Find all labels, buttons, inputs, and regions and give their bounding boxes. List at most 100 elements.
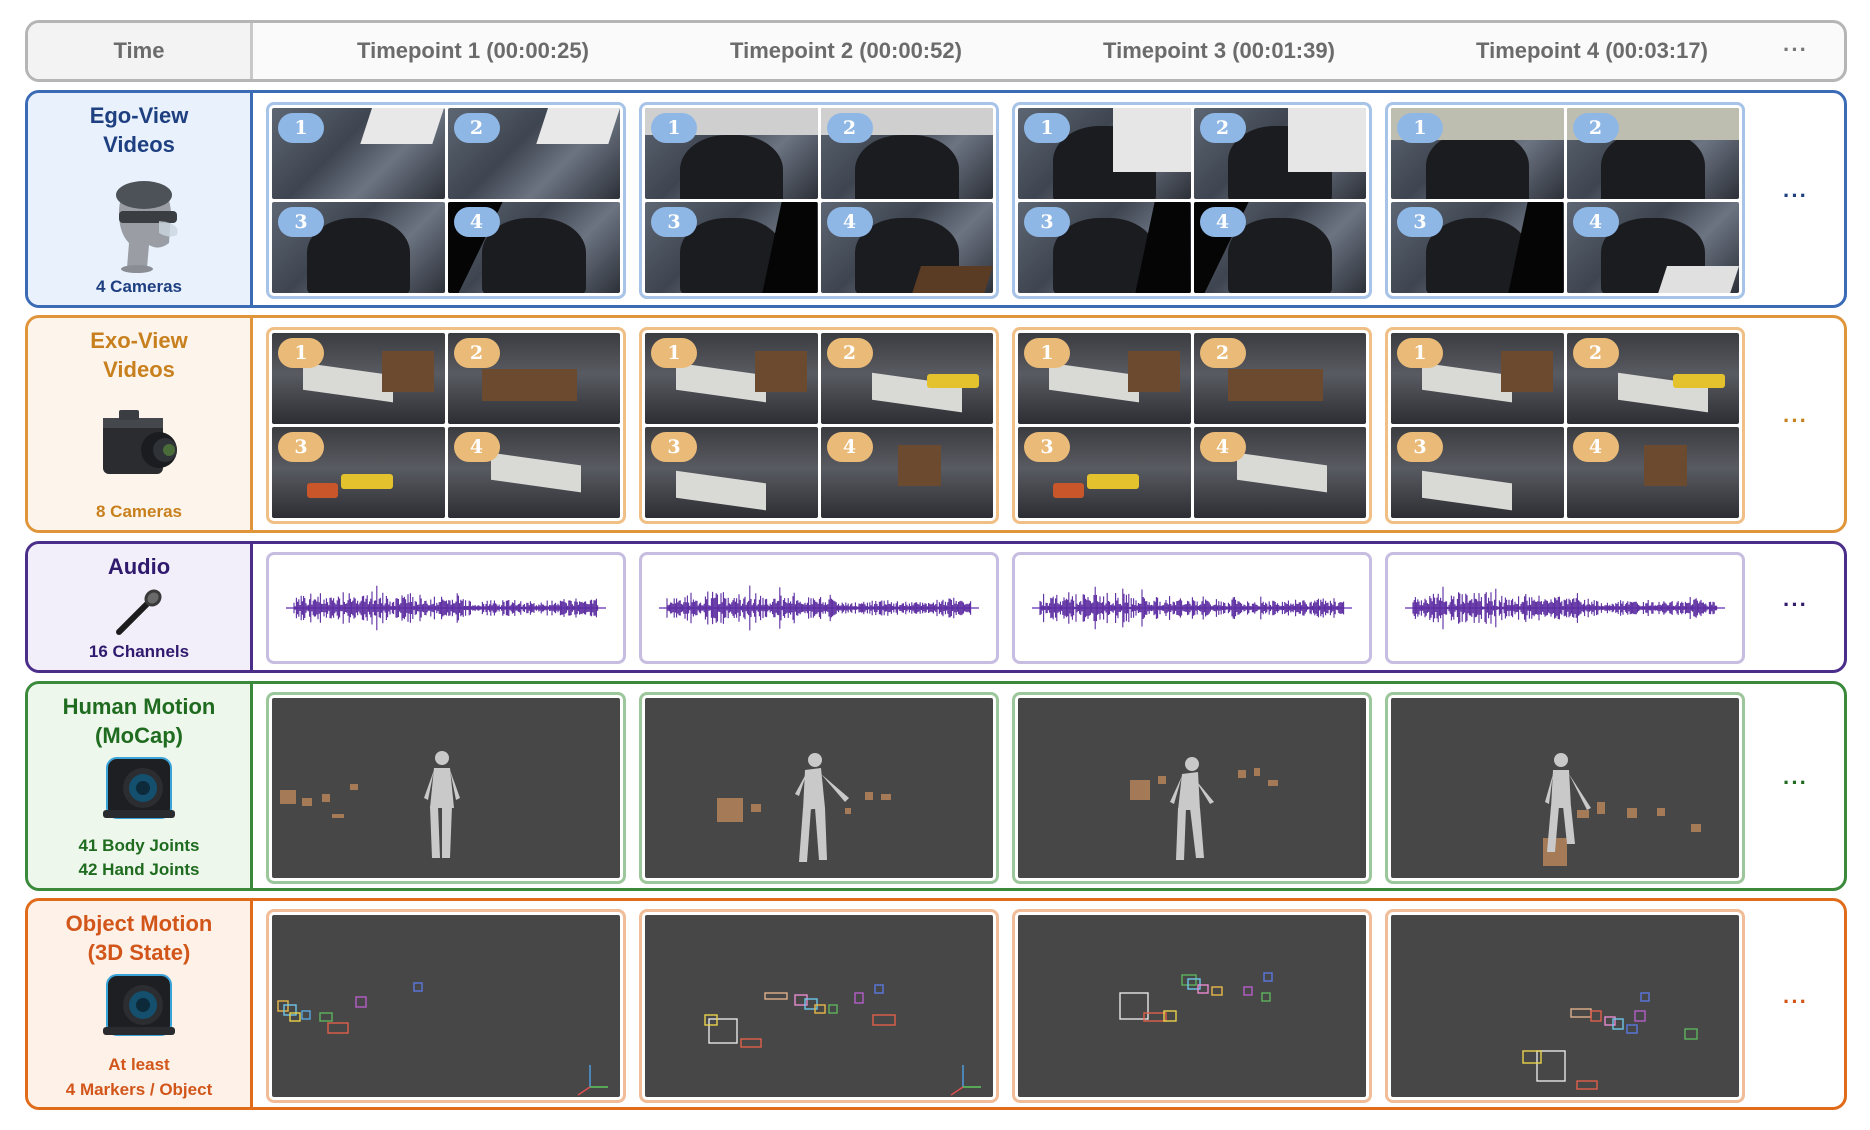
exo-frame: 3 [272, 427, 445, 518]
ego-panel-4: 1 2 3 4 [1385, 102, 1745, 299]
object-motion-scene [277, 982, 608, 1096]
mocap-camera-icon [28, 971, 250, 1041]
exo-label-cell: Exo-View Videos 8 Cameras [28, 318, 253, 530]
ego-frame: 1 [1018, 108, 1191, 199]
audio-label-cell: Audio 16 Channels [28, 544, 253, 670]
exo-ellipsis: ··· [1783, 408, 1808, 433]
ego-frame: 4 [820, 202, 993, 293]
omotion-panel-3 [1012, 909, 1372, 1103]
camera-badge: 1 [278, 113, 324, 143]
ego-frame: 2 [1193, 108, 1366, 199]
header-row: Time Timepoint 1 (00:00:25) Timepoint 2 … [25, 20, 1847, 82]
exo-title-line2: Videos [103, 357, 175, 382]
object-motion-scene [1119, 972, 1273, 1022]
camera-badge: 2 [826, 113, 873, 143]
omotion-title-line2: (3D State) [87, 940, 191, 965]
camera-badge: 1 [651, 113, 697, 143]
timepoint-1-label: Timepoint 1 (00:00:25) [357, 38, 589, 63]
ego-ellipsis: ··· [1783, 183, 1808, 208]
exo-frame: 2 [820, 333, 993, 424]
ego-panel-1: 1 2 3 4 [266, 102, 626, 299]
camera-badge: 3 [1024, 432, 1070, 462]
camera-badge: 4 [453, 207, 500, 237]
exo-frame: 1 [1391, 333, 1564, 424]
exo-frame: 1 [645, 333, 818, 424]
camera-badge: 1 [1397, 338, 1443, 368]
object-motion-row: Object Motion (3D State) At least 4 Mark… [25, 898, 1847, 1110]
hmotion-ellipsis: ··· [1783, 770, 1808, 795]
ego-label-cell: Ego-View Videos 4 Cameras [28, 93, 253, 305]
hmotion-panel-1 [266, 692, 626, 884]
time-header-cell: Time [28, 23, 253, 79]
camera-badge: 4 [453, 432, 500, 462]
hmotion-sub-line1: 41 Body Joints [78, 836, 200, 855]
ego-view-row: Ego-View Videos 4 Cameras 1 2 3 4 1 2 3 … [25, 90, 1847, 308]
hmotion-panel-3 [1012, 692, 1372, 884]
camera-badge: 1 [278, 338, 324, 368]
exo-sub: 8 Cameras [95, 502, 182, 521]
human-motion-scene [280, 751, 460, 858]
waveform [659, 585, 979, 631]
camera-badge: 2 [826, 338, 873, 368]
object-motion-scene [704, 984, 981, 1096]
ego-frame: 4 [1193, 202, 1366, 293]
hmotion-title-line1: Human Motion [62, 694, 216, 719]
exo-panel-4: 1 2 3 4 [1385, 327, 1745, 524]
exo-frame: 2 [1566, 333, 1739, 424]
time-label: Time [113, 38, 165, 63]
camera-badge: 3 [651, 432, 697, 462]
ego-frame: 1 [272, 108, 445, 199]
ego-frame: 3 [1018, 202, 1191, 293]
ego-frame: 3 [1391, 202, 1564, 293]
audio-sub: 16 Channels [88, 642, 190, 661]
ego-sub: 4 Cameras [95, 277, 182, 296]
human-motion-scene [717, 753, 891, 862]
exo-frame: 3 [1391, 427, 1564, 518]
hmotion-label-cell: Human Motion (MoCap) 41 Body Joints 42 H… [28, 684, 253, 888]
ego-frame: 3 [272, 202, 445, 293]
exo-frame: 4 [820, 427, 993, 518]
hmotion-sub-line2: 42 Hand Joints [78, 860, 200, 879]
waveform [286, 585, 606, 631]
camera-badge: 4 [1572, 207, 1619, 237]
human-motion-row: Human Motion (MoCap) 41 Body Joints 42 H… [25, 681, 1847, 891]
camera-icon [28, 404, 250, 484]
hmotion-panel-2 [639, 692, 999, 884]
exo-title-line1: Exo-View [90, 328, 188, 353]
exo-view-row: Exo-View Videos 8 Cameras 1 2 3 4 1 2 3 [25, 315, 1847, 533]
exo-frame: 2 [447, 333, 620, 424]
hmotion-panel-4 [1385, 692, 1745, 884]
omotion-title-line1: Object Motion [65, 911, 213, 936]
omotion-sub-line1: At least [108, 1055, 170, 1074]
ego-frame: 4 [1566, 202, 1739, 293]
microphone-icon [28, 588, 250, 638]
audio-ellipsis: ··· [1783, 592, 1808, 617]
waveform [1032, 586, 1352, 630]
audio-row: Audio 16 Channels ··· [25, 541, 1847, 673]
timepoint-4-label: Timepoint 4 (00:03:17) [1476, 38, 1708, 63]
camera-badge: 1 [651, 338, 697, 368]
audio-panel-1 [266, 552, 626, 664]
hmotion-title-line2: (MoCap) [95, 723, 183, 748]
header-ellipsis: ··· [1783, 37, 1808, 62]
audio-panel-3 [1012, 552, 1372, 664]
human-motion-scene [1543, 753, 1701, 866]
ego-title-line2: Videos [103, 132, 175, 157]
vr-headset-icon [28, 173, 250, 273]
ego-frame: 3 [645, 202, 818, 293]
ego-title-line1: Ego-View [89, 103, 189, 128]
camera-badge: 2 [1199, 113, 1246, 143]
ego-frame: 2 [820, 108, 993, 199]
camera-badge: 2 [1572, 338, 1619, 368]
ego-frame: 4 [447, 202, 620, 293]
camera-badge: 2 [1572, 113, 1619, 143]
mocap-camera-icon [28, 754, 250, 824]
exo-panel-2: 1 2 3 4 [639, 327, 999, 524]
ego-panel-3: 1 2 3 4 [1012, 102, 1372, 299]
ego-frame: 2 [1566, 108, 1739, 199]
omotion-label-cell: Object Motion (3D State) At least 4 Mark… [28, 901, 253, 1107]
omotion-panel-1 [266, 909, 626, 1103]
audio-panel-2 [639, 552, 999, 664]
exo-frame: 3 [645, 427, 818, 518]
ego-frame: 1 [1391, 108, 1564, 199]
